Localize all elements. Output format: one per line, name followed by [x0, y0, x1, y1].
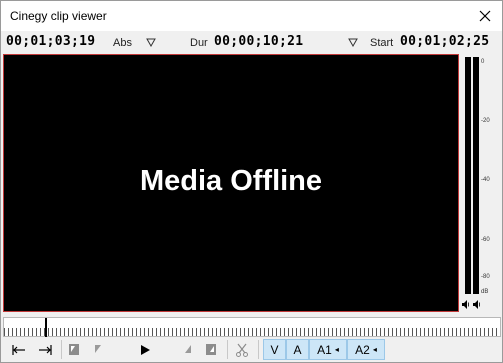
meter-tick: 0 — [481, 59, 485, 65]
timeline-ruler — [4, 328, 500, 336]
play-icon — [141, 344, 150, 355]
go-to-out-icon — [39, 344, 52, 355]
meter-tick: -60 — [481, 237, 490, 243]
mark-in-icon — [95, 345, 101, 353]
mark-out-button[interactable] — [202, 339, 220, 360]
meter-channel-left — [465, 57, 471, 294]
media-offline-text: Media Offline — [139, 165, 323, 197]
track-v-label: V — [270, 342, 279, 357]
timecode-bar: 00;01;03;19 Abs Dur 00;00;10;21 Start 00… — [1, 31, 502, 53]
speaker-icon: ◂ — [372, 345, 377, 354]
start-timecode[interactable]: 00;01;02;25 — [400, 34, 489, 49]
mark-out-icon — [206, 344, 216, 355]
video-preview[interactable]: Media Offline — [3, 54, 459, 312]
channel-mute-controls — [462, 299, 502, 312]
abs-label: Abs — [113, 37, 132, 49]
track-a2-toggle[interactable]: A2 ◂ — [347, 339, 385, 360]
mark-out-icon — [185, 345, 191, 353]
track-a-toggle[interactable]: A — [286, 339, 309, 360]
scissors-icon — [236, 343, 248, 357]
track-v-toggle[interactable]: V — [263, 339, 286, 360]
mark-in-button[interactable] — [65, 339, 83, 360]
playhead[interactable] — [45, 318, 47, 338]
meter-tick: -20 — [481, 118, 490, 124]
meter-channel-right — [473, 57, 479, 294]
dur-timecode[interactable]: 00;00;10;21 — [214, 34, 303, 49]
go-to-out-button[interactable] — [35, 339, 55, 360]
dur-dropdown-icon[interactable] — [348, 37, 358, 47]
track-a1-toggle[interactable]: A1 ◂ — [309, 339, 347, 360]
abs-dropdown-icon[interactable] — [146, 37, 156, 47]
abs-timecode[interactable]: 00;01;03;19 — [6, 34, 95, 49]
cut-button[interactable] — [232, 339, 252, 360]
transport-toolbar: V A A1 ◂ A2 ◂ — [1, 337, 502, 362]
go-to-in-icon — [12, 344, 25, 355]
window-title: Cinegy clip viewer — [10, 9, 107, 23]
speaker-icon[interactable] — [462, 299, 471, 310]
speaker-icon[interactable] — [473, 299, 482, 310]
toolbar-separator — [258, 340, 259, 359]
toolbar-separator — [61, 340, 62, 359]
timeline-scrubber[interactable] — [3, 317, 501, 338]
speaker-icon: ◂ — [334, 345, 339, 354]
meter-tick: -40 — [481, 177, 490, 183]
mark-in-icon — [69, 344, 79, 355]
audio-meter: 0 -20 -40 -60 -80 dB — [462, 54, 502, 299]
go-to-in-button[interactable] — [9, 339, 29, 360]
close-icon — [479, 10, 491, 22]
clip-viewer-window: Cinegy clip viewer 00;01;03;19 Abs Dur 0… — [0, 0, 503, 363]
title-bar: Cinegy clip viewer — [1, 1, 502, 31]
dur-label: Dur — [190, 37, 208, 49]
start-label: Start — [370, 37, 394, 49]
track-a-label: A — [293, 342, 302, 357]
mark-out-point-button[interactable] — [179, 339, 197, 360]
track-a1-label: A1 — [317, 342, 332, 357]
track-a2-label: A2 — [355, 342, 370, 357]
close-button[interactable] — [468, 1, 502, 31]
meter-tick: -80 — [481, 274, 490, 280]
toolbar-separator — [227, 340, 228, 359]
play-button[interactable] — [135, 339, 155, 360]
mark-in-point-button[interactable] — [89, 339, 107, 360]
meter-tick: dB — [481, 289, 489, 295]
